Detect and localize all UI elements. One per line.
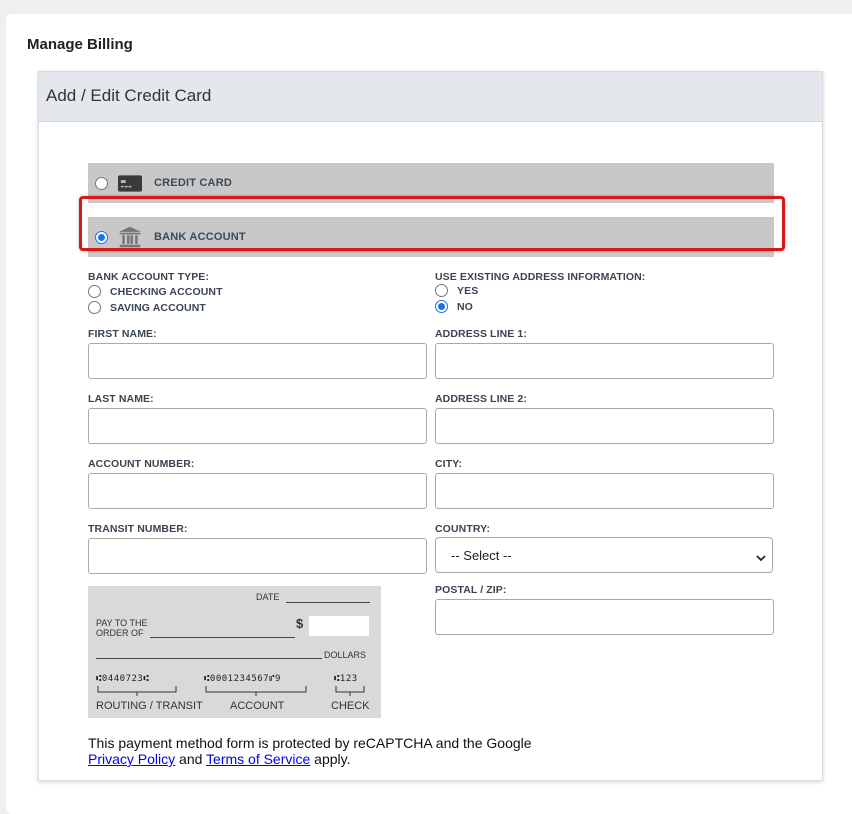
terms-of-service-link[interactable]: Terms of Service	[206, 751, 310, 767]
check-check-label: CHECK	[331, 700, 370, 712]
recaptcha-apply: apply.	[314, 751, 351, 767]
use-existing-address-label: USE EXISTING ADDRESS INFORMATION:	[435, 271, 646, 283]
check-pay-to-line2: ORDER OF	[96, 628, 144, 638]
page-container: Manage Billing Add / Edit Credit Card CR…	[6, 14, 852, 814]
bank-account-type-label: BANK ACCOUNT TYPE:	[88, 271, 209, 283]
country-select[interactable]: -- Select --	[435, 537, 773, 573]
existing-address-yes-label: YES	[457, 284, 479, 297]
postal-zip-label: POSTAL / ZIP:	[435, 584, 507, 596]
credit-card-icon	[118, 169, 142, 197]
checking-account-option[interactable]: CHECKING ACCOUNT	[88, 285, 223, 298]
address-line-1-label: ADDRESS LINE 1:	[435, 328, 527, 340]
check-dollars-line	[96, 658, 322, 659]
postal-zip-input[interactable]	[435, 599, 774, 635]
check-date-label: DATE	[256, 592, 280, 602]
saving-account-option[interactable]: SAVING ACCOUNT	[88, 301, 206, 314]
existing-address-no-label: NO	[457, 300, 473, 313]
recaptcha-notice: This payment method form is protected by…	[88, 735, 532, 767]
city-label: CITY:	[435, 458, 463, 470]
privacy-policy-link[interactable]: Privacy Policy	[88, 751, 175, 767]
existing-address-no-option[interactable]: NO	[435, 300, 473, 313]
selection-highlight-box	[79, 196, 785, 251]
last-name-label: LAST NAME:	[88, 393, 154, 405]
check-dollars-label: DOLLARS	[324, 650, 367, 660]
page-title: Manage Billing	[27, 36, 133, 53]
check-dollar-sign: $	[296, 616, 304, 631]
address-line-2-input[interactable]	[435, 408, 774, 444]
check-micr-account: ⑆0001234567⑈9	[204, 674, 281, 684]
check-account-label: ACCOUNT	[230, 700, 285, 712]
checking-account-radio[interactable]	[88, 285, 101, 298]
recaptcha-text: This payment method form is protected by…	[88, 735, 532, 751]
country-select-value: -- Select --	[451, 547, 512, 563]
check-pay-to-line1: PAY TO THE	[96, 618, 148, 628]
check-micr-routing: ⑆0440723⑆	[96, 674, 150, 684]
transit-number-input[interactable]	[88, 538, 427, 574]
saving-account-radio[interactable]	[88, 301, 101, 314]
address-line-2-label: ADDRESS LINE 2:	[435, 393, 527, 405]
account-number-input[interactable]	[88, 473, 427, 509]
transit-number-label: TRANSIT NUMBER:	[88, 523, 188, 535]
check-payee-line	[150, 637, 295, 638]
first-name-input[interactable]	[88, 343, 427, 379]
check-diagram: DATE PAY TO THE ORDER OF $ DOLLARS ⑆0440…	[88, 586, 381, 718]
existing-address-yes-option[interactable]: YES	[435, 284, 478, 297]
first-name-label: FIRST NAME:	[88, 328, 157, 340]
recaptcha-and: and	[179, 751, 203, 767]
check-routing-label: ROUTING / TRANSIT	[96, 700, 203, 712]
last-name-input[interactable]	[88, 408, 427, 444]
saving-account-label: SAVING ACCOUNT	[110, 301, 206, 314]
check-date-line	[286, 602, 370, 603]
credit-card-radio[interactable]	[95, 176, 108, 190]
account-number-label: ACCOUNT NUMBER:	[88, 458, 195, 470]
checking-account-label: CHECKING ACCOUNT	[110, 285, 223, 298]
country-label: COUNTRY:	[435, 523, 491, 535]
city-input[interactable]	[435, 473, 774, 509]
check-amount-box	[309, 616, 369, 636]
check-micr-check: ⑆123	[334, 674, 358, 684]
existing-address-yes-radio[interactable]	[435, 284, 448, 297]
credit-card-panel: Add / Edit Credit Card CREDIT CARD BANK …	[38, 71, 823, 781]
credit-card-label: CREDIT CARD	[154, 177, 232, 189]
chevron-down-icon	[756, 550, 766, 565]
panel-header: Add / Edit Credit Card	[39, 72, 822, 122]
existing-address-no-radio[interactable]	[435, 300, 448, 313]
check-bracket-lines	[97, 686, 365, 696]
address-line-1-input[interactable]	[435, 343, 774, 379]
